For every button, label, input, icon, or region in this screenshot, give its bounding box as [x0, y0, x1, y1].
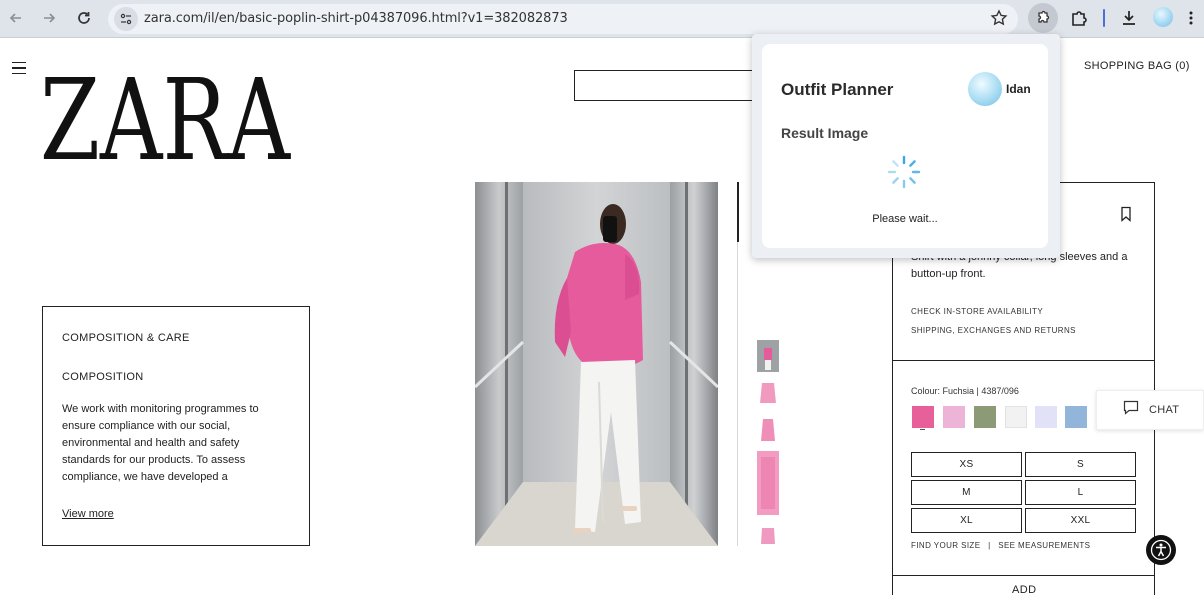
zara-logo[interactable]: ZARA [40, 55, 292, 186]
thumbnail-4[interactable] [757, 451, 779, 515]
swatch-fuchsia[interactable] [912, 406, 934, 428]
chat-icon [1123, 400, 1139, 420]
more-menu-icon[interactable] [1178, 5, 1204, 31]
site-info-icon[interactable] [114, 7, 138, 31]
bookmark-icon[interactable] [1120, 206, 1132, 227]
add-to-bag-button[interactable]: ADD [1012, 584, 1036, 595]
toolbar-separator [1103, 9, 1105, 27]
add-divider [892, 575, 1155, 576]
download-icon[interactable] [1116, 5, 1142, 31]
menu-hamburger-icon[interactable] [12, 62, 26, 78]
composition-subheading: COMPOSITION [62, 371, 144, 383]
popup-card: Outfit Planner Idan Result Image Please … [762, 44, 1048, 248]
swatch-lavender[interactable] [1035, 406, 1057, 428]
see-measurements-link[interactable]: SEE MEASUREMENTS [998, 541, 1090, 550]
check-store-link[interactable]: CHECK IN-STORE AVAILABILITY [911, 307, 1043, 316]
composition-care-heading: COMPOSITION & CARE [62, 332, 190, 344]
user-name: Idan [1006, 82, 1031, 96]
thumbnail-2[interactable] [757, 377, 779, 409]
size-xs-button[interactable]: XS [911, 452, 1022, 477]
chat-button[interactable]: CHAT [1096, 390, 1204, 430]
composition-care-card: COMPOSITION & CARE COMPOSITION We work w… [42, 306, 310, 546]
composition-text: We work with monitoring programmes to en… [62, 403, 259, 483]
browser-toolbar: zara.com/il/en/basic-poplin-shirt-p04387… [0, 0, 1204, 38]
product-main-image[interactable] [475, 182, 718, 546]
forward-arrow-icon[interactable] [36, 5, 62, 31]
panel-divider [892, 360, 1155, 361]
thumbnail-3[interactable] [757, 414, 779, 446]
selected-swatch-marker [920, 429, 925, 430]
url-text: zara.com/il/en/basic-poplin-shirt-p04387… [144, 11, 568, 26]
logo-text: ZARA [40, 56, 291, 164]
gallery-scroll-indicator [737, 182, 739, 242]
bookmark-star-icon[interactable] [990, 9, 1008, 32]
size-help-links: FIND YOUR SIZE | SEE MEASUREMENTS [911, 541, 1090, 550]
outfit-planner-popup: Outfit Planner Idan Result Image Please … [752, 34, 1060, 258]
thumbnail-5[interactable] [757, 520, 779, 552]
swatch-khaki[interactable] [974, 406, 996, 428]
view-more-link[interactable]: View more [62, 508, 114, 520]
find-your-size-link[interactable]: FIND YOUR SIZE [911, 541, 980, 550]
extension-puzzle-icon[interactable] [1028, 3, 1058, 33]
back-arrow-icon[interactable] [3, 5, 29, 31]
extensions-icon[interactable] [1066, 5, 1092, 31]
profile-avatar[interactable] [1153, 7, 1173, 27]
reload-icon[interactable] [71, 5, 97, 31]
size-s-button[interactable]: S [1025, 452, 1136, 477]
accessibility-icon[interactable] [1146, 535, 1176, 565]
swatch-light-pink[interactable] [943, 406, 965, 428]
swatch-light-blue[interactable] [1065, 406, 1087, 428]
chat-label: CHAT [1149, 404, 1180, 416]
size-xl-button[interactable]: XL [911, 508, 1022, 533]
size-xxl-button[interactable]: XXL [1025, 508, 1136, 533]
thumbnail-strip [757, 340, 781, 557]
shopping-bag-link[interactable]: SHOPPING BAG (0) [1084, 60, 1190, 72]
size-l-button[interactable]: L [1025, 480, 1136, 505]
popup-title: Outfit Planner [781, 80, 894, 99]
status-text: Please wait... [872, 213, 938, 225]
colour-label: Colour: Fuchsia | 4387/096 [911, 386, 1019, 396]
loading-spinner-icon [886, 154, 922, 195]
search-input[interactable] [574, 70, 774, 101]
thumbnail-1[interactable] [757, 340, 779, 372]
shipping-link[interactable]: SHIPPING, EXCHANGES AND RETURNS [911, 326, 1076, 335]
swatch-white[interactable] [1005, 406, 1027, 428]
address-bar[interactable]: zara.com/il/en/basic-poplin-shirt-p04387… [108, 4, 1018, 34]
result-image-heading: Result Image [781, 125, 869, 141]
user-avatar[interactable] [968, 72, 1002, 106]
size-m-button[interactable]: M [911, 480, 1022, 505]
size-links-separator: | [988, 541, 991, 550]
